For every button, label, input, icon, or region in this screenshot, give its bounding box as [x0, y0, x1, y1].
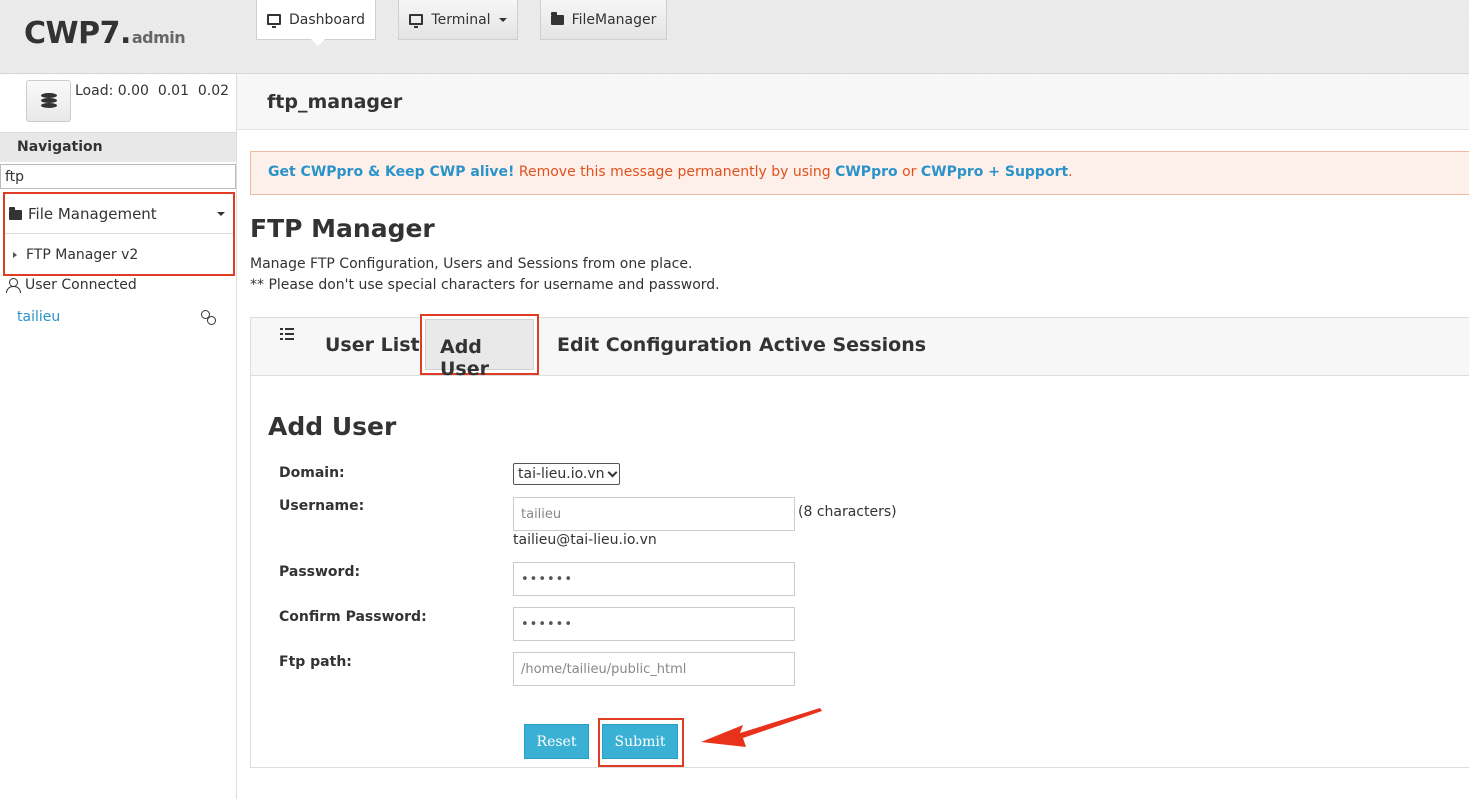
list-icon[interactable] — [280, 328, 294, 340]
navigation-heading: Navigation — [0, 132, 236, 162]
tab-edit-configuration[interactable]: Edit Configuration — [557, 334, 752, 356]
database-button[interactable] — [26, 80, 71, 122]
alert-or: or — [897, 164, 921, 180]
tab-add-user[interactable]: Add User — [420, 314, 539, 380]
submit-button[interactable]: Submit — [602, 724, 678, 759]
cwppro-support-link[interactable]: CWPpro + Support — [921, 164, 1068, 180]
domain-label: Domain: — [279, 465, 345, 481]
breadcrumb: ftp_manager — [267, 91, 403, 113]
ftp-manager-panel: User List Add User Edit Configuration Ac… — [250, 314, 1469, 768]
page-header: ftp_manager — [237, 74, 1469, 130]
active-pointer — [311, 39, 325, 46]
dashboard-label: Dashboard — [289, 11, 365, 28]
password-input[interactable]: •••••• — [513, 562, 795, 596]
annotation-arrow-icon — [701, 708, 822, 747]
form-title: Add User — [268, 412, 397, 441]
password-label: Password: — [279, 564, 361, 580]
filemanager-label: FileManager — [571, 11, 657, 28]
user-connected-label: User Connected — [25, 277, 137, 293]
sidebar-item-label: FTP Manager v2 — [26, 247, 139, 263]
nav-search-input[interactable] — [0, 164, 236, 189]
description-line-2: ** Please don't use special characters f… — [250, 277, 720, 293]
connected-user-link[interactable]: tailieu — [17, 309, 60, 325]
filemanager-button[interactable]: FileManager — [540, 0, 667, 40]
database-icon — [40, 93, 57, 109]
alert-lead[interactable]: Get CWPpro & Keep CWP alive! — [268, 164, 514, 180]
monitor-icon — [409, 14, 424, 28]
reset-button[interactable]: Reset — [524, 724, 589, 759]
user-settings-icon[interactable] — [200, 310, 216, 325]
tab-add-user-label: Add User — [440, 336, 489, 380]
username-email: tailieu@tai-lieu.io.vn — [513, 532, 657, 548]
chevron-down-icon — [607, 467, 617, 477]
domain-select[interactable]: tai-lieu.io.vn — [513, 463, 620, 485]
user-connected-heading: User Connected — [6, 277, 137, 293]
tab-bar: User List Add User Edit Configuration Ac… — [251, 314, 1469, 380]
terminal-button[interactable]: Terminal — [398, 0, 518, 40]
sidebar: Load: 0.00 0.01 0.02 Navigation File Man… — [0, 74, 237, 799]
load-panel: Load: 0.00 0.01 0.02 — [0, 74, 236, 132]
caret-down-icon — [498, 17, 507, 22]
confirm-password-label: Confirm Password: — [279, 609, 427, 625]
page-title: FTP Manager — [250, 214, 435, 243]
alert-end: . — [1068, 164, 1073, 180]
top-header: CWP7.admin Dashboard Terminal FileManage… — [0, 0, 1469, 74]
nav-highlight-box: File Management FTP Manager v2 — [3, 192, 235, 276]
confirm-password-input[interactable]: •••••• — [513, 607, 795, 641]
folder-open-icon — [9, 207, 22, 220]
tab-active-sessions[interactable]: Active Sessions — [759, 334, 926, 356]
cwppro-link[interactable]: CWPpro — [835, 164, 898, 180]
user-icon — [6, 278, 21, 293]
monitor-icon — [267, 14, 282, 28]
caret-right-icon — [13, 252, 17, 258]
alert-text: Remove this message permanently by using — [514, 164, 836, 180]
username-length-note: (8 characters) — [798, 504, 897, 520]
sidebar-item-file-management[interactable]: File Management — [5, 194, 233, 234]
username-input[interactable]: tailieu — [513, 497, 795, 531]
terminal-label: Terminal — [431, 11, 491, 28]
description-line-1: Manage FTP Configuration, Users and Sess… — [250, 256, 693, 272]
promo-alert: Get CWPpro & Keep CWP alive! Remove this… — [250, 151, 1469, 195]
sidebar-item-ftp-manager[interactable]: FTP Manager v2 — [5, 235, 233, 275]
load-average: Load: 0.00 0.01 0.02 — [75, 83, 230, 99]
ftp-path-label: Ftp path: — [279, 654, 352, 670]
dashboard-button[interactable]: Dashboard — [256, 0, 376, 46]
username-label: Username: — [279, 498, 365, 514]
app-logo[interactable]: CWP7.admin — [24, 16, 186, 51]
sidebar-item-label: File Management — [28, 204, 157, 223]
folder-icon — [550, 11, 564, 25]
caret-down-icon — [217, 212, 225, 216]
domain-value: tai-lieu.io.vn — [518, 466, 605, 482]
ftp-path-input[interactable]: /home/tailieu/public_html — [513, 652, 795, 686]
tab-user-list[interactable]: User List — [325, 334, 420, 356]
